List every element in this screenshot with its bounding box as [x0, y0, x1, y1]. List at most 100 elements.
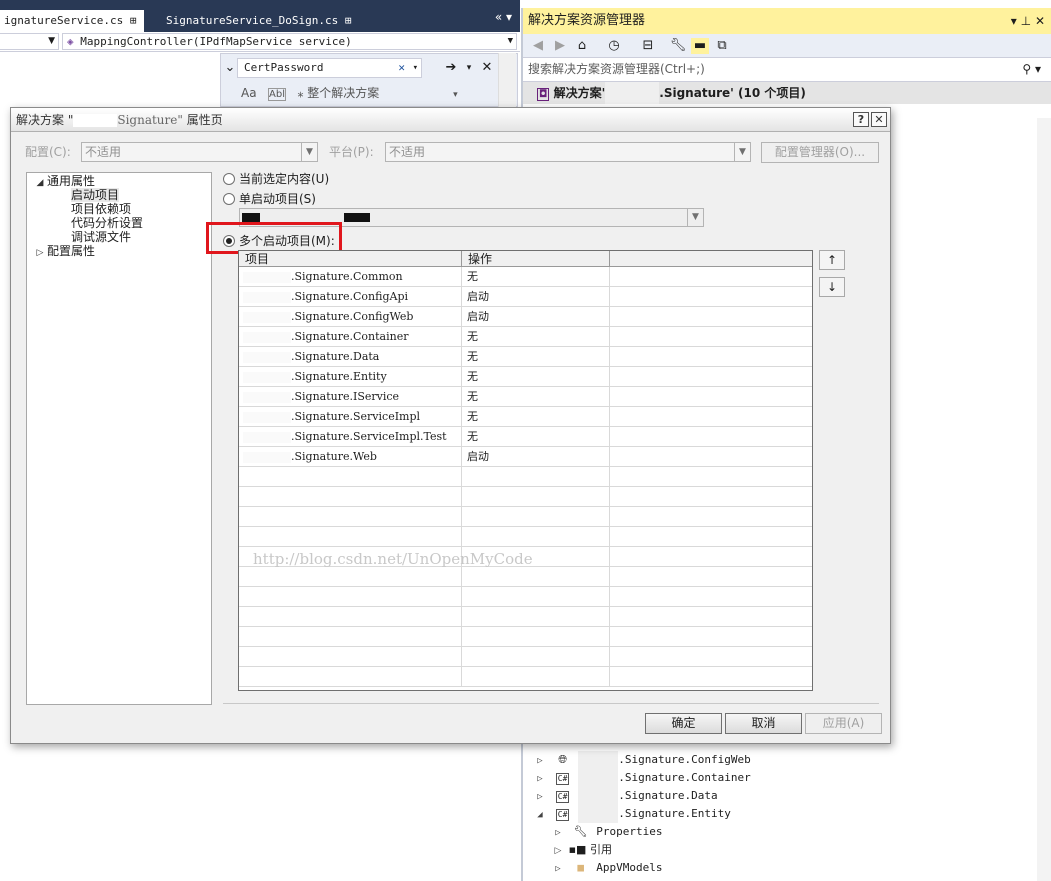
table-row[interactable]: .Signature.ServiceImpl 无 [239, 407, 812, 427]
close-icon[interactable]: ✕ [1035, 14, 1045, 28]
type-combo[interactable]: ▼ [0, 33, 59, 50]
platform-select[interactable]: 不适用 ▼ [385, 142, 751, 162]
redacted-name [243, 311, 291, 323]
radio-current-selection[interactable]: 当前选定内容(U) [223, 170, 329, 187]
action-cell[interactable]: 无 [462, 327, 610, 347]
action-cell[interactable]: 无 [462, 407, 610, 427]
tree-node-project-dependencies[interactable]: 项目依赖项 [27, 202, 211, 216]
member-combo[interactable]: ◈ MappingController(IPdfMapService servi… [62, 33, 517, 50]
radio-button[interactable] [223, 173, 235, 185]
solution-root-node[interactable]: ◘ 解决方案'xx.Signature' (10 个项目) [523, 82, 1051, 104]
tree-item-configweb[interactable]: ▷ 🌐︎ x.Signature.ConfigWeb [533, 751, 751, 769]
redacted-name: x [578, 769, 619, 787]
tree-node-common-properties[interactable]: ◢ 通用属性 [27, 174, 211, 188]
find-scope[interactable]: 整个解决方案 [307, 86, 379, 100]
back-icon[interactable]: ◀ [529, 38, 547, 54]
tree-item-references[interactable]: ▷ ▪■ 引用 [551, 841, 612, 859]
tree-node-debug-source-files[interactable]: 调试源文件 [27, 230, 211, 244]
find-input[interactable]: CertPassword ✕ ▾ [237, 58, 422, 78]
cancel-button[interactable]: 取消 [725, 713, 802, 734]
pin-icon[interactable]: ⊞ [130, 14, 137, 27]
find-next-icon[interactable]: ➔ [443, 58, 459, 78]
solution-explorer-scrollbar[interactable] [1037, 118, 1051, 881]
configuration-select[interactable]: 不适用 ▼ [81, 142, 318, 162]
doc-tab-signature-service-dosign[interactable]: SignatureService_DoSign.cs ⊞ [158, 10, 359, 32]
tree-item-container[interactable]: ▷ C# x.Signature.Container [533, 769, 751, 787]
view-class-diagram-icon[interactable]: ⧉ [713, 38, 731, 54]
expand-arrow-icon[interactable]: ▷ [551, 824, 565, 842]
tree-item-data[interactable]: ▷ C# x.Signature.Data [533, 787, 718, 805]
radio-single-startup[interactable]: 单启动项目(S) [223, 190, 316, 207]
window-position-icon[interactable]: ▾ [1011, 14, 1017, 28]
show-all-files-icon[interactable]: ▬ [691, 38, 709, 54]
expand-arrow-icon[interactable]: ▷ [551, 842, 565, 860]
collapse-arrow-icon[interactable]: ◢ [33, 176, 47, 190]
table-row[interactable]: .Signature.ConfigWeb 启动 [239, 307, 812, 327]
column-header-action[interactable]: 操作 [462, 251, 610, 267]
redacted-name: x [578, 805, 619, 823]
home-icon[interactable]: ⌂ [573, 38, 591, 54]
collapse-arrow-icon[interactable]: ◢ [533, 806, 547, 824]
table-row[interactable]: .Signature.ConfigApi 启动 [239, 287, 812, 307]
find-options-icon[interactable]: ▾ [461, 58, 477, 78]
pending-changes-icon[interactable]: ◷ [605, 38, 623, 54]
action-cell[interactable]: 无 [462, 347, 610, 367]
table-row[interactable]: .Signature.Data 无 [239, 347, 812, 367]
expand-arrow-icon[interactable]: ▷ [551, 860, 565, 878]
method-icon: ◈ [67, 35, 74, 48]
regex-icon[interactable]: ⁎ [297, 86, 303, 100]
blank-cell [610, 287, 812, 307]
search-icon[interactable]: ⚲ ▾ [1022, 58, 1041, 81]
expand-arrow-icon[interactable]: ▷ [533, 788, 547, 806]
help-button[interactable]: ? [853, 112, 869, 127]
table-row[interactable]: .Signature.Web 启动 [239, 447, 812, 467]
tree-node-startup-project[interactable]: 启动项目 [27, 188, 211, 202]
action-cell[interactable]: 无 [462, 427, 610, 447]
table-row[interactable]: .Signature.Entity 无 [239, 367, 812, 387]
tree-item-appvmodels[interactable]: ▷ ■ AppVModels [551, 859, 662, 877]
tree-node-code-analysis[interactable]: 代码分析设置 [27, 216, 211, 230]
history-dropdown-icon[interactable]: ▾ [413, 59, 418, 77]
whole-word-toggle[interactable]: Abl [268, 88, 286, 101]
expand-replace-icon[interactable]: ⌄ [222, 58, 238, 78]
table-row[interactable]: .Signature.IService 无 [239, 387, 812, 407]
pin-icon[interactable]: ⊥ [1021, 14, 1031, 28]
radio-button[interactable] [223, 193, 235, 205]
tree-item-label: Properties [596, 825, 663, 838]
solution-explorer-search[interactable]: 搜索解决方案资源管理器(Ctrl+;) ⚲ ▾ [523, 58, 1051, 82]
action-cell[interactable]: 启动 [462, 287, 610, 307]
configuration-manager-button[interactable]: 配置管理器(O)... [761, 142, 879, 163]
action-cell[interactable]: 启动 [462, 447, 610, 467]
close-button[interactable]: ✕ [871, 112, 887, 127]
table-row[interactable]: .Signature.ServiceImpl.Test 无 [239, 427, 812, 447]
forward-icon[interactable]: ▶ [551, 38, 569, 54]
expand-arrow-icon[interactable]: ▷ [533, 752, 547, 770]
editor-scrollbar[interactable] [498, 53, 516, 113]
close-find-icon[interactable]: ✕ [479, 58, 495, 78]
ok-button[interactable]: 确定 [645, 713, 722, 734]
collapse-all-icon[interactable]: ⊟ [639, 38, 657, 54]
doc-tab-signature-service[interactable]: ignatureService.cs ⊞ [0, 10, 145, 32]
properties-wrench-icon[interactable]: 🔧︎ [669, 38, 687, 54]
move-up-button[interactable]: ↑ [819, 250, 845, 270]
action-cell[interactable]: 无 [462, 267, 610, 287]
tree-node-configuration-properties[interactable]: ▷ 配置属性 [27, 244, 211, 258]
table-row[interactable]: .Signature.Common 无 [239, 267, 812, 287]
move-down-button[interactable]: ↓ [819, 277, 845, 297]
apply-button[interactable]: 应用(A) [805, 713, 882, 734]
column-header-project[interactable]: 项目 [239, 251, 462, 267]
match-case-toggle[interactable]: Aa [241, 86, 257, 100]
tree-item-entity[interactable]: ◢ C# x.Signature.Entity [533, 805, 731, 823]
project-name: .Signature.Common [291, 270, 403, 283]
expand-arrow-icon[interactable]: ▷ [33, 246, 47, 260]
table-row[interactable]: .Signature.Container 无 [239, 327, 812, 347]
pin-icon[interactable]: ⊞ [345, 14, 352, 27]
tree-item-properties[interactable]: ▷ 🔧︎ Properties [551, 823, 662, 841]
expand-arrow-icon[interactable]: ▷ [533, 770, 547, 788]
action-cell[interactable]: 启动 [462, 307, 610, 327]
chevron-down-icon[interactable]: ▾ [453, 90, 458, 100]
clear-icon[interactable]: ✕ [398, 59, 405, 77]
tab-overflow-icon[interactable]: « ▾ [495, 10, 512, 24]
action-cell[interactable]: 无 [462, 367, 610, 387]
action-cell[interactable]: 无 [462, 387, 610, 407]
